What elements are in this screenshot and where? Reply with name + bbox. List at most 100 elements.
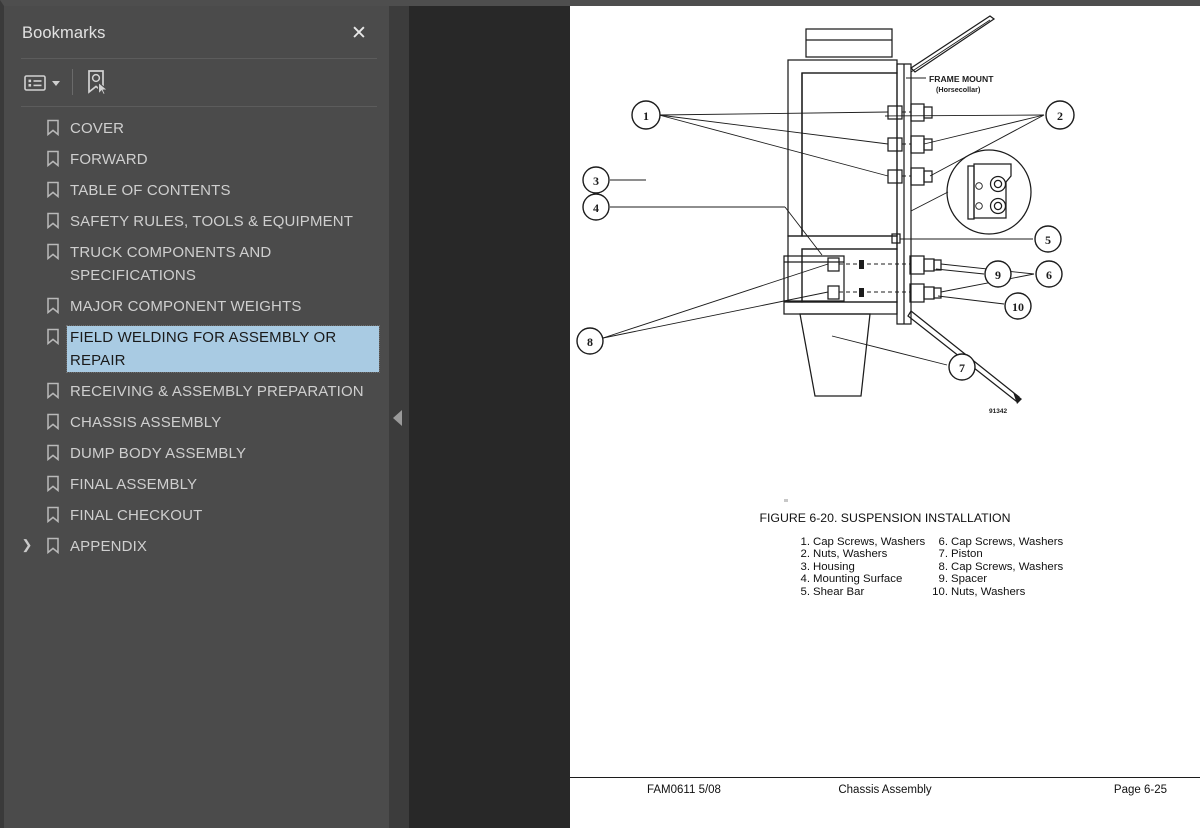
bookmark-item-label: CHASSIS ASSEMBLY — [70, 414, 222, 431]
list-options-button[interactable] — [24, 68, 60, 98]
bookmark-item-label: COVER — [70, 120, 125, 137]
toolbar-divider — [21, 106, 377, 107]
bookmark-item[interactable]: TRUCK COMPONENTS AND SPECIFICATIONS — [4, 237, 389, 291]
svg-text:6: 6 — [1046, 268, 1052, 282]
new-bookmark-icon — [84, 69, 110, 95]
part-item: 10. Nuts, Washers — [932, 586, 1062, 598]
chevron-down-icon — [52, 80, 60, 86]
bookmark-item-label: TRUCK COMPONENTS AND SPECIFICATIONS — [70, 244, 272, 284]
callout-4: 4 — [582, 193, 823, 256]
bookmark-icon — [42, 535, 64, 554]
bookmark-item[interactable]: DUMP BODY ASSEMBLY — [4, 438, 389, 469]
shear-bar — [891, 233, 901, 244]
bookmarks-toolbar — [4, 59, 393, 106]
footer-section-title: Chassis Assembly — [838, 784, 932, 796]
pdf-page: FRAME MOUNT (Horsecollar) 91342 1 2 3 4 … — [570, 6, 1200, 828]
part-number: 6. — [938, 536, 949, 548]
svg-text:(Horsecollar): (Horsecollar) — [936, 85, 981, 94]
bookmark-item-label: FINAL ASSEMBLY — [70, 476, 198, 493]
bookmark-item[interactable]: FORWARD — [4, 144, 389, 175]
part-number: 4. — [800, 573, 811, 586]
svg-text:3: 3 — [593, 174, 599, 188]
part-number: 7. — [938, 548, 949, 561]
bookmark-item[interactable]: FINAL ASSEMBLY — [4, 469, 389, 500]
bookmark-item-label: RECEIVING & ASSEMBLY PREPARATION — [70, 383, 364, 400]
part-item: 5. Shear Bar — [794, 586, 914, 598]
callout-3: 3 — [582, 166, 646, 194]
bookmark-icon — [42, 210, 64, 229]
bookmark-icon — [42, 117, 64, 136]
list-options-icon — [24, 74, 46, 92]
bookmark-item-label: FORWARD — [70, 151, 148, 168]
figure-drawing: FRAME MOUNT (Horsecollar) 91342 1 2 3 4 … — [570, 6, 1200, 526]
part-name: Cap Screws, Washers — [951, 536, 1064, 548]
bookmark-item[interactable]: FINAL CHECKOUT — [4, 500, 389, 531]
bookmark-item-label: TABLE OF CONTENTS — [70, 182, 231, 199]
bookmark-list: COVER FORWARD TABLE OF CONTENTS SAFETY R… — [4, 113, 389, 562]
bookmark-item-label: FINAL CHECKOUT — [70, 507, 203, 524]
close-icon[interactable]: ✕ — [347, 21, 371, 45]
part-item: 7. Piston — [932, 548, 1062, 560]
svg-text:8: 8 — [587, 335, 593, 349]
svg-text:2: 2 — [1057, 109, 1063, 123]
bookmark-item[interactable]: COVER — [4, 113, 389, 144]
part-number: 9. — [938, 573, 949, 586]
callout-5: 5 — [900, 225, 1062, 253]
bookmark-icon — [42, 442, 64, 461]
callout-1: 1 — [631, 100, 889, 177]
frame-mount-annotation: FRAME MOUNT (Horsecollar) — [906, 74, 994, 94]
svg-text:9: 9 — [995, 268, 1001, 282]
suspension-installation-drawing: FRAME MOUNT (Horsecollar) 91342 1 2 3 4 … — [576, 15, 1075, 415]
bookmark-item-label: SAFETY RULES, TOOLS & EQUIPMENT — [70, 213, 354, 230]
bookmark-item[interactable]: CHASSIS ASSEMBLY — [4, 407, 389, 438]
bookmark-icon — [42, 380, 64, 399]
footer-rule — [570, 777, 1200, 778]
page-artifact-mark — [784, 499, 788, 502]
figure-caption: FIGURE 6-20. SUSPENSION INSTALLATION — [759, 511, 1011, 525]
part-item: 2. Nuts, Washers — [794, 548, 914, 560]
bookmark-item[interactable]: MAJOR COMPONENT WEIGHTS — [4, 291, 389, 322]
figure-parts-list: 1. Cap Screws, Washers 2. Nuts, Washers … — [794, 536, 1064, 598]
parts-column-right: 6. Cap Screws, Washers 7. Piston 8. Cap … — [932, 536, 1064, 598]
part-number: 3. — [800, 560, 811, 573]
chevron-right-icon[interactable]: ❯ — [20, 538, 34, 553]
part-name: Piston — [951, 548, 983, 561]
part-item: 6. Cap Screws, Washers — [932, 536, 1064, 548]
parts-column-left: 1. Cap Screws, Washers 2. Nuts, Washers … — [794, 536, 926, 598]
new-bookmark-button[interactable] — [84, 67, 110, 97]
footer-page-number: Page 6-25 — [1113, 784, 1167, 796]
pdf-viewer-window: Bookmarks ✕ COVER FORWARD TABLE OF CONTE… — [0, 0, 1200, 828]
bolt-group-lower — [827, 255, 942, 303]
svg-text:7: 7 — [959, 361, 965, 375]
bookmark-item-label: MAJOR COMPONENT WEIGHTS — [70, 298, 302, 315]
document-viewer[interactable]: FRAME MOUNT (Horsecollar) 91342 1 2 3 4 … — [409, 6, 1200, 828]
bookmark-icon — [42, 473, 64, 492]
svg-text:1: 1 — [643, 109, 649, 123]
bookmark-icon — [42, 411, 64, 430]
part-item: 1. Cap Screws, Washers — [794, 536, 926, 548]
callout-7: 7 — [831, 335, 976, 381]
part-item: 8. Cap Screws, Washers — [932, 561, 1064, 573]
bookmark-icon — [42, 241, 64, 260]
bookmark-item[interactable]: SAFETY RULES, TOOLS & EQUIPMENT — [4, 206, 389, 237]
part-name: Nuts, Washers — [813, 548, 888, 561]
bookmark-icon — [42, 148, 64, 167]
bookmark-item-selected[interactable]: FIELD WELDING FOR ASSEMBLY OR REPAIR — [4, 322, 389, 376]
bookmark-item[interactable]: TABLE OF CONTENTS — [4, 175, 389, 206]
collapse-panel-arrow-icon[interactable] — [393, 410, 402, 426]
toolbar-separator — [72, 69, 73, 95]
part-name: Spacer — [951, 573, 988, 586]
part-number: 1. — [800, 536, 811, 548]
part-item: 9. Spacer — [932, 573, 1062, 585]
callout-2: 2 — [884, 100, 1075, 177]
part-item: 3. Housing — [794, 561, 914, 573]
part-number: 2. — [800, 548, 811, 561]
svg-text:FRAME MOUNT: FRAME MOUNT — [929, 74, 994, 84]
bookmark-icon — [42, 295, 64, 314]
bookmark-item[interactable]: RECEIVING & ASSEMBLY PREPARATION — [4, 376, 389, 407]
part-name: Mounting Surface — [813, 573, 903, 586]
callout-8: 8 — [576, 263, 829, 355]
bookmark-icon — [42, 326, 64, 345]
bookmarks-panel-title: Bookmarks — [22, 24, 106, 42]
bookmark-item[interactable]: ❯ APPENDIX — [4, 531, 389, 562]
